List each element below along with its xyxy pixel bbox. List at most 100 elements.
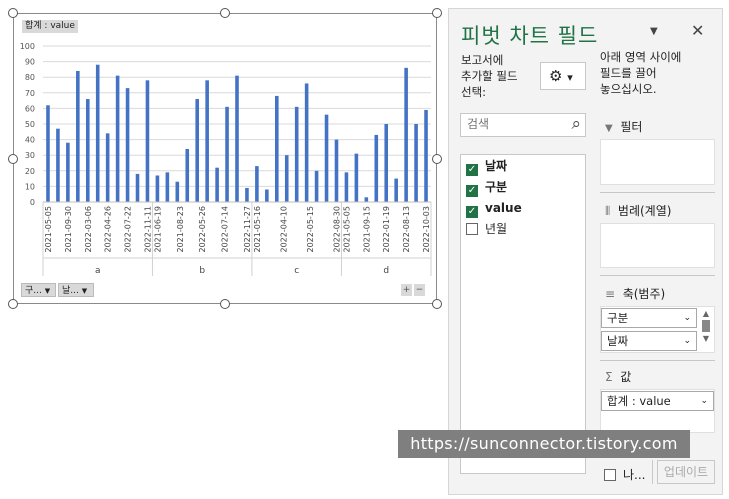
axis-field-date[interactable]: 날짜 ⌄ (601, 331, 697, 351)
x-tick-label: 2021-06-19 (153, 206, 162, 253)
update-button[interactable]: 업데이트 (657, 460, 715, 484)
checkbox-unchecked[interactable] (466, 223, 478, 235)
y-tick-label: 40 (25, 136, 35, 145)
x-tick-label: 2022-08-13 (402, 206, 411, 253)
filter-button-category[interactable]: 구... ▼ (21, 283, 56, 297)
bar (76, 70, 80, 203)
group-label: a (95, 266, 101, 276)
y-tick-label: 20 (25, 167, 35, 176)
x-tick-label: 2021-05-16 (253, 206, 262, 253)
filters-area-header: ▼ 필터 (605, 120, 643, 134)
gear-icon: ⚙ (549, 67, 563, 85)
axis-area-header: ≡ 축(범주) (605, 287, 666, 301)
x-tick-label: 2022-04-26 (104, 206, 113, 253)
expand-field-button[interactable]: + (401, 284, 412, 296)
field-item-yearmonth[interactable]: 년월 (466, 220, 507, 238)
bar (364, 197, 369, 202)
x-tick-label: 2022-01-19 (382, 206, 391, 253)
checkbox-checked[interactable]: ✓ (466, 206, 478, 218)
field-item-value[interactable]: ✓ value (466, 199, 522, 218)
bar (85, 99, 90, 202)
bar (294, 106, 299, 202)
chevron-down-icon[interactable]: ⌄ (683, 332, 691, 350)
drag-areas-hint: 아래 영역 사이에 필드를 끌어 놓으십시오. (600, 50, 682, 96)
x-tick-label: 2022-11-27 (243, 206, 252, 253)
search-icon[interactable]: ⌕ (571, 114, 581, 134)
axis-area-scrollbar[interactable]: ▲ ▼ (700, 309, 712, 349)
bar (115, 75, 120, 202)
y-tick-label: 60 (25, 104, 35, 113)
field-item-date[interactable]: ✓ 날짜 (466, 157, 507, 176)
bar (265, 189, 269, 202)
bar (414, 124, 418, 202)
collapse-field-button[interactable]: − (414, 284, 425, 296)
legend-area-header: ⦀ 범례(계열) (605, 204, 672, 218)
resize-handle-tr[interactable] (432, 8, 442, 18)
search-input[interactable] (461, 114, 569, 134)
value-field-tag[interactable]: 합계 : value (22, 20, 78, 33)
legend-drop-area[interactable] (600, 223, 715, 268)
checkbox-unchecked[interactable] (604, 469, 616, 481)
resize-handle-bl[interactable] (8, 299, 18, 309)
bar (334, 139, 339, 202)
filters-drop-area[interactable] (600, 139, 715, 185)
bar (245, 187, 249, 202)
bar (125, 88, 130, 202)
bar (135, 173, 140, 202)
watermark-banner: https://sunconnector.tistory.com (398, 430, 690, 458)
scroll-down-icon[interactable]: ▼ (700, 334, 712, 343)
values-area-header: Σ 값 (605, 370, 632, 384)
checkbox-checked[interactable]: ✓ (466, 185, 478, 197)
resize-handle-br[interactable] (432, 299, 442, 309)
values-field-sum[interactable]: 합계 : value ⌄ (601, 391, 714, 411)
resize-handle-right[interactable] (432, 154, 442, 164)
bar (95, 64, 100, 202)
bar (155, 175, 160, 202)
group-label: b (199, 266, 205, 276)
bar (225, 106, 229, 202)
columns-icon: ⦀ (605, 204, 611, 218)
choose-fields-label: 보고서에 추가할 필드 선택: (461, 53, 518, 99)
x-tick-label: 2022-03-06 (84, 206, 93, 253)
bar (424, 109, 428, 202)
resize-handle-tl[interactable] (8, 8, 18, 18)
bar (145, 80, 150, 202)
bar (384, 124, 389, 202)
x-tick-label: 2022-10-03 (422, 206, 431, 253)
chevron-down-icon[interactable]: ⌄ (700, 392, 708, 410)
x-tick-label: 2022-08-30 (332, 206, 341, 253)
scroll-thumb[interactable] (702, 320, 710, 332)
y-tick-label: 80 (25, 73, 35, 82)
bar (284, 155, 289, 202)
tools-gear-button[interactable]: ⚙ ▾ (540, 62, 586, 90)
group-label: c (294, 266, 299, 276)
bar (175, 181, 180, 202)
bar (354, 153, 359, 202)
bar (344, 172, 349, 202)
scroll-up-icon[interactable]: ▲ (700, 309, 712, 318)
pane-options-dropdown-icon[interactable]: ▼ (650, 26, 658, 37)
field-search-box[interactable]: ⌕ (460, 113, 586, 137)
x-tick-label: 2022-05-26 (198, 206, 207, 253)
bar (275, 95, 279, 202)
chart-plot: 0 10 20 30 40 50 60 70 80 90 100 2021-05-05 2021-09-… (20, 42, 432, 276)
pane-title: 피벗 차트 필드 (461, 24, 599, 48)
y-tick-label: 10 (25, 182, 35, 191)
bar (394, 178, 398, 202)
bar (235, 75, 239, 202)
bar (404, 67, 408, 202)
resize-handle-left[interactable] (8, 154, 18, 164)
axis-field-category[interactable]: 구분 ⌄ (601, 308, 697, 328)
x-tick-label: 2022-04-10 (279, 206, 288, 253)
y-tick-label: 30 (25, 151, 35, 160)
checkbox-checked[interactable]: ✓ (466, 164, 478, 176)
chevron-down-icon[interactable]: ⌄ (683, 309, 691, 327)
close-icon[interactable]: ✕ (691, 21, 704, 40)
resize-handle-bottom[interactable] (220, 299, 230, 309)
bar (304, 83, 309, 202)
y-tick-label: 100 (20, 42, 35, 51)
defer-layout-update[interactable]: 나... (604, 466, 645, 483)
resize-handle-top[interactable] (220, 8, 230, 18)
filter-button-date[interactable]: 날... ▼ (58, 283, 94, 297)
field-item-category[interactable]: ✓ 구분 (466, 178, 507, 197)
